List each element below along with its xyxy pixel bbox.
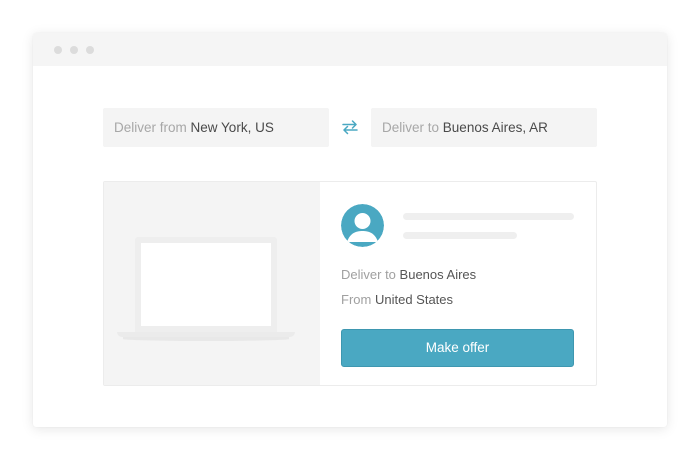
from-info-label: From (341, 292, 372, 307)
product-image (104, 182, 320, 385)
laptop-icon (135, 237, 277, 332)
deliver-to-info-value: Buenos Aires (399, 267, 477, 282)
deliver-to-field[interactable]: Deliver to Buenos Aires, AR (371, 108, 597, 147)
window-dot-icon[interactable] (86, 46, 94, 54)
deliver-to-label: Deliver to (382, 120, 440, 135)
deliver-to-info: Deliver to Buenos Aires (341, 267, 476, 282)
deliver-to-value: Buenos Aires, AR (442, 120, 548, 135)
swap-arrows-icon[interactable] (340, 117, 360, 137)
window-dot-icon[interactable] (54, 46, 62, 54)
user-avatar-icon (341, 204, 384, 247)
laptop-shadow (123, 337, 289, 341)
name-placeholder-line (403, 213, 574, 220)
window-titlebar (33, 33, 667, 66)
browser-window: Deliver from New York, US Deliver to Bue… (33, 33, 667, 427)
deliver-from-value: New York, US (190, 120, 274, 135)
deliver-from-label: Deliver from (114, 120, 187, 135)
window-dot-icon[interactable] (70, 46, 78, 54)
deliver-from-field[interactable]: Deliver from New York, US (103, 108, 329, 147)
laptop-display (141, 243, 271, 326)
make-offer-button[interactable]: Make offer (341, 329, 574, 367)
deliver-to-info-label: Deliver to (341, 267, 396, 282)
from-info: From United States (341, 292, 453, 307)
subtitle-placeholder-line (403, 232, 517, 239)
delivery-offer-card: Deliver to Buenos Aires From United Stat… (103, 181, 597, 386)
from-info-value: United States (374, 292, 454, 307)
